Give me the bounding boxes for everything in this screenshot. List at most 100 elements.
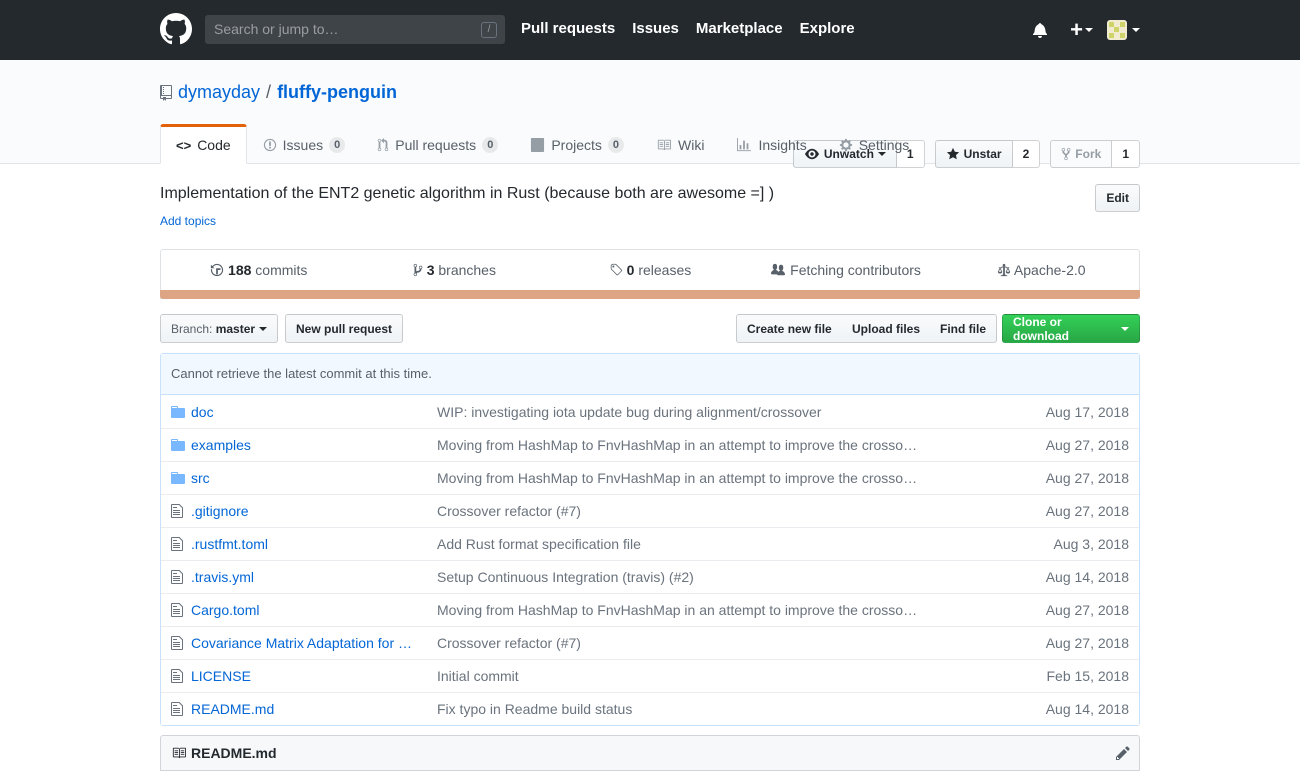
create-new-caret-icon[interactable]: [1085, 28, 1093, 32]
file-name-link[interactable]: Covariance Matrix Adaptation for …: [191, 635, 437, 651]
repo-owner-link[interactable]: dymayday: [178, 82, 260, 103]
pull-requests-count-badge: 0: [482, 137, 499, 153]
file-icon: [171, 668, 187, 684]
pull-request-icon: [378, 138, 389, 152]
commit-message-link[interactable]: Moving from HashMap to FnvHashMap in an …: [437, 437, 937, 453]
graph-icon: [737, 138, 752, 152]
tab-label: Pull requests: [395, 137, 477, 153]
branches-stat[interactable]: 3 branches: [357, 262, 553, 278]
commit-message-link[interactable]: Moving from HashMap to FnvHashMap in an …: [437, 602, 937, 618]
projects-count-badge: 0: [607, 137, 625, 153]
tab-wiki[interactable]: Wiki: [640, 124, 720, 164]
file-name-link[interactable]: LICENSE: [191, 668, 437, 684]
file-name-link[interactable]: .gitignore: [191, 503, 437, 519]
contributors-stat[interactable]: Fetching contributors: [748, 262, 944, 278]
file-row: Covariance Matrix Adaptation for … Crosso…: [161, 626, 1139, 659]
license-stat[interactable]: Apache-2.0: [943, 262, 1139, 278]
file-name-link[interactable]: README.md: [191, 701, 437, 717]
releases-stat[interactable]: 0 releases: [552, 262, 748, 278]
commit-age: Aug 17, 2018: [1045, 403, 1129, 420]
pencil-icon[interactable]: [1116, 745, 1130, 761]
commit-message-link[interactable]: Moving from HashMap to FnvHashMap in an …: [437, 470, 937, 486]
file-name-link[interactable]: .rustfmt.toml: [191, 536, 437, 552]
folder-icon: [171, 404, 187, 420]
file-name-link[interactable]: .travis.yml: [191, 569, 437, 585]
repo-nav: <> Code Issues 0 Pull requests 0 Project…: [160, 124, 925, 164]
file-rows: doc WIP: investigating iota update bug du…: [161, 395, 1139, 725]
file-name-link[interactable]: src: [191, 470, 437, 486]
file-name-link[interactable]: examples: [191, 437, 437, 453]
file-row: src Moving from HashMap to FnvHashMap in …: [161, 461, 1139, 494]
file-icon: [171, 602, 187, 618]
create-new-file-button[interactable]: Create new file: [736, 314, 843, 343]
tab-code[interactable]: <> Code: [160, 124, 247, 164]
top-nav: Pull requests Issues Marketplace Explore: [521, 0, 872, 60]
license-label: Apache-2.0: [1013, 262, 1086, 278]
global-header: Search or jump to… / Pull requests Issue…: [0, 0, 1300, 60]
commits-stat[interactable]: 188 commits: [161, 262, 357, 278]
people-icon: [771, 263, 786, 276]
tab-projects[interactable]: Projects 0: [514, 124, 640, 164]
tab-insights[interactable]: Insights: [720, 124, 822, 164]
tab-settings[interactable]: Settings: [823, 124, 926, 164]
upload-files-button[interactable]: Upload files: [842, 314, 932, 343]
nav-issues[interactable]: Issues: [632, 0, 679, 60]
fork-count[interactable]: 1: [1112, 140, 1140, 168]
tab-label: Settings: [858, 137, 910, 153]
fork-button[interactable]: Fork: [1050, 140, 1113, 168]
code-icon: <>: [176, 137, 192, 153]
search-shortcut-hint: /: [481, 22, 497, 38]
user-avatar[interactable]: [1107, 20, 1127, 40]
tab-pull-requests[interactable]: Pull requests 0: [361, 124, 514, 164]
file-icon: [171, 701, 187, 717]
user-menu-caret-icon[interactable]: [1132, 28, 1140, 32]
new-pull-request-button[interactable]: New pull request: [285, 314, 404, 343]
language-bar[interactable]: [160, 290, 1140, 299]
commit-age: Aug 14, 2018: [1045, 569, 1129, 585]
file-name-link[interactable]: Cargo.toml: [191, 602, 437, 618]
tab-label: Projects: [551, 137, 602, 153]
commit-message-link[interactable]: WIP: investigating iota update bug durin…: [437, 404, 937, 420]
add-topics-link[interactable]: Add topics: [160, 214, 216, 228]
nav-pull-requests[interactable]: Pull requests: [521, 0, 615, 60]
tab-label: Code: [197, 137, 231, 153]
search-input[interactable]: Search or jump to… /: [205, 15, 505, 44]
clone-or-download-button[interactable]: Clone or download: [1002, 314, 1140, 343]
file-navigation: Branch: master New pull request Create n…: [160, 314, 1140, 344]
find-file-button[interactable]: Find file: [930, 314, 997, 343]
file-row: README.md Fix typo in Readme build status…: [161, 692, 1139, 725]
notification-bell-icon[interactable]: [1032, 22, 1048, 38]
commit-message-link[interactable]: Crossover refactor (#7): [437, 503, 937, 519]
branch-prefix: Branch:: [171, 321, 213, 336]
gear-icon: [839, 138, 852, 152]
file-row: LICENSE Initial commit Feb 15, 2018: [161, 659, 1139, 692]
repo-path-separator: /: [266, 82, 272, 102]
project-icon: [531, 138, 545, 152]
commit-message-link[interactable]: Crossover refactor (#7): [437, 635, 937, 651]
nav-marketplace[interactable]: Marketplace: [696, 0, 783, 60]
commit-age: Aug 14, 2018: [1045, 701, 1129, 717]
tag-icon: [610, 263, 622, 276]
create-new-plus-icon[interactable]: +: [1070, 19, 1083, 41]
file-name-link[interactable]: doc: [191, 404, 437, 420]
nav-explore[interactable]: Explore: [800, 0, 855, 60]
star-count[interactable]: 2: [1012, 140, 1041, 168]
commit-age: Aug 3, 2018: [1053, 536, 1129, 552]
commit-message-link[interactable]: Setup Continuous Integration (travis) (#…: [437, 569, 937, 585]
repo-description: Implementation of the ENT2 genetic algor…: [160, 185, 775, 202]
commit-message-link[interactable]: Fix typo in Readme build status: [437, 701, 937, 717]
repo-name-link[interactable]: fluffy-penguin: [277, 82, 397, 103]
commit-message-link[interactable]: Add Rust format specification file: [437, 536, 937, 552]
branch-select-button[interactable]: Branch: master: [160, 314, 279, 343]
edit-description-button[interactable]: Edit: [1095, 184, 1140, 212]
repo-icon: [160, 84, 172, 101]
commit-age: Feb 15, 2018: [1046, 668, 1129, 684]
repo-summary: 188 commits 3 branches 0 releases Fetchi…: [160, 249, 1140, 299]
commit-message-link[interactable]: Initial commit: [437, 668, 937, 684]
star-group: Unstar 2: [934, 140, 1041, 168]
file-row: .gitignore Crossover refactor (#7) Aug 27,…: [161, 494, 1139, 527]
unstar-button[interactable]: Unstar: [934, 140, 1013, 168]
github-logo-icon[interactable]: [160, 13, 192, 45]
commit-age: Aug 27, 2018: [1045, 470, 1129, 486]
tab-issues[interactable]: Issues 0: [247, 124, 362, 164]
